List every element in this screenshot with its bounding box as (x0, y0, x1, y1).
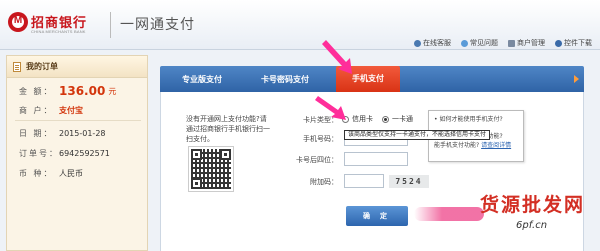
date-value: 2015-01-28 (59, 129, 106, 138)
merchant-admin-link[interactable]: 商户管理 (508, 38, 545, 48)
merchant-row: 商 户： 支付宝 (19, 105, 83, 116)
online-service-label: 在线客服 (423, 39, 451, 47)
card-last4-label: 卡号后四位： (296, 156, 338, 164)
card-type-radio-group: 信用卡 一卡通 (342, 114, 419, 124)
extra-code-input[interactable] (344, 174, 384, 188)
document-icon (13, 61, 21, 72)
top-links: 在线客服 常见问题 商户管理 控件下载 (414, 38, 592, 48)
extra-code-label: 附加码： (310, 178, 338, 186)
watermark-url: 6pf.cn (516, 220, 548, 231)
date-label: 日 期： (19, 129, 54, 138)
tabbar-arrow-icon (574, 75, 580, 83)
currency-row: 币 种： 人民币 (19, 168, 83, 179)
header-divider (110, 12, 111, 38)
bank-name-en: CHINA MERCHANTS BANK (31, 29, 86, 34)
qr-finder-mark (191, 149, 202, 160)
qr-finder-mark (220, 149, 231, 160)
currency-value: 人民币 (59, 169, 83, 178)
phone-label: 手机号码： (303, 135, 338, 143)
online-service-link[interactable]: 在线客服 (414, 38, 451, 48)
merchant-value: 支付宝 (59, 106, 83, 115)
credit-card-radio-label[interactable]: 信用卡 (352, 114, 373, 124)
qr-finder-mark (191, 178, 202, 189)
order-panel: 我的订单 金 额： 136.00 元 商 户： 支付宝 日 期： 2015-01… (6, 55, 148, 251)
tab-card-password-payment[interactable]: 卡号密码支付 (244, 74, 326, 85)
watermark-brush-stroke (414, 207, 484, 221)
headset-icon (414, 39, 421, 47)
question-icon (461, 39, 468, 47)
merchant-admin-label: 商户管理 (517, 39, 545, 47)
amount-value: 136.00 (59, 84, 106, 98)
order-title: 我的订单 (26, 62, 58, 71)
card-type-tooltip: 该商品类型仅支持一卡通支付，不能选择信用卡支付 (344, 130, 491, 140)
shop-icon (508, 39, 515, 47)
help-line[interactable]: • 如何才能使用手机支付? (434, 115, 518, 124)
header: 招商银行 CHINA MERCHANTS BANK 一网通支付 在线客服 常见问… (0, 0, 600, 50)
help-line: 能手机支付功能? 请查阅详情 (434, 142, 512, 149)
currency-label: 币 种： (19, 169, 54, 178)
order-header: 我的订单 (7, 56, 147, 78)
help-detail-link[interactable]: 请查阅详情 (481, 142, 511, 149)
order-no-row: 订单号： 6942592571 (19, 148, 110, 159)
qr-pattern (191, 149, 231, 189)
qr-note: 没有开通网上支付功能?请通过招商银行手机银行扫一扫支付。 (186, 115, 270, 143)
merchant-label: 商 户： (19, 106, 54, 115)
debit-card-radio-label[interactable]: 一卡通 (392, 114, 413, 124)
faq-label: 常见问题 (470, 39, 498, 47)
order-no-value: 6942592571 (59, 149, 110, 158)
watermark-text: 货源批发网 (480, 194, 586, 216)
tab-mobile-payment[interactable]: 手机支付 (336, 66, 400, 92)
card-type-label: 卡片类型： (303, 116, 338, 124)
plugin-download-link[interactable]: 控件下载 (555, 38, 592, 48)
date-row: 日 期： 2015-01-28 (19, 128, 106, 139)
credit-card-radio[interactable] (342, 115, 349, 123)
faq-link[interactable]: 常见问题 (461, 38, 498, 48)
bank-logo-icon (8, 12, 28, 32)
amount-unit: 元 (108, 86, 117, 96)
order-separator (15, 120, 141, 121)
payment-tabs: 专业版支付 卡号密码支付 手机支付 (160, 66, 584, 92)
submit-button[interactable]: 确 定 (346, 206, 408, 226)
captcha-image[interactable]: 7524 (389, 175, 429, 188)
download-icon (555, 39, 562, 47)
amount-row: 金 额： 136.00 元 (19, 84, 116, 98)
card-last4-input[interactable] (344, 152, 408, 166)
qr-code (188, 146, 234, 192)
plugin-download-label: 控件下载 (564, 39, 592, 47)
debit-card-radio[interactable] (382, 115, 389, 123)
order-no-label: 订单号： (19, 149, 59, 158)
tab-professional-payment[interactable]: 专业版支付 (160, 74, 244, 85)
amount-label: 金 额： (19, 86, 54, 96)
product-name: 一网通支付 (120, 17, 195, 33)
